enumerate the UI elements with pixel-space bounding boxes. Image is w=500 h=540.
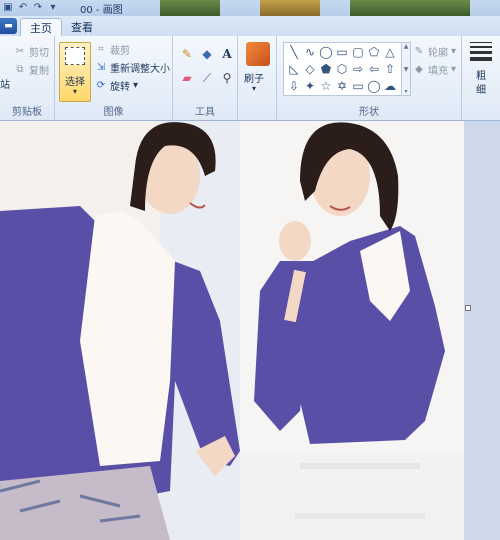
canvas-resize-handle[interactable]	[465, 305, 471, 311]
ribbon-tab-row: ▬ 主页 查看	[0, 16, 500, 37]
outline-icon: ✎	[414, 45, 424, 57]
rotate-icon: ⟳	[96, 79, 106, 91]
dropdown-icon[interactable]: ▾	[47, 1, 59, 13]
scissors-icon: ✂	[15, 45, 25, 57]
quick-access-toolbar: ▣ ↶ ↷ ▾	[2, 1, 59, 13]
ribbon: 站 ✂ 剪切 ⧉ 复制 剪贴板 选择 ▾ ⌗ 裁剪 ⇲ 重新调整大小 ⟳ 旋转 …	[0, 36, 500, 121]
diamond-shape-icon[interactable]: ◇	[302, 60, 318, 77]
rectangle-shape-icon[interactable]: ▭	[334, 43, 350, 60]
chevron-down-icon: ▾	[451, 64, 457, 75]
outline-button[interactable]: ✎ 轮廓 ▾	[413, 44, 457, 60]
save-icon[interactable]: ▣	[2, 1, 14, 13]
clipboard-group-label: 剪贴板	[12, 107, 42, 118]
hexagon-shape-icon[interactable]: ⬡	[334, 60, 350, 77]
callout-rect-shape-icon[interactable]: ▭	[350, 77, 366, 94]
selection-icon	[65, 47, 85, 65]
line-shape-icon[interactable]: ╲	[286, 43, 302, 60]
image-group: 选择 ▾ ⌗ 裁剪 ⇲ 重新调整大小 ⟳ 旋转 ▾ 图像	[55, 36, 173, 120]
tab-home[interactable]: 主页	[20, 18, 62, 37]
drawing-canvas[interactable]	[0, 121, 464, 540]
copy-button[interactable]: ⧉ 复制	[14, 62, 49, 78]
crop-icon: ⌗	[98, 43, 104, 55]
chevron-down-icon: ▾	[451, 46, 457, 57]
background-strip	[350, 0, 470, 16]
file-menu-button[interactable]: ▬	[0, 18, 17, 34]
clipboard-group: 站 ✂ 剪切 ⧉ 复制 剪贴板	[0, 36, 55, 120]
title-bar: ▣ ↶ ↷ ▾ 00 - 画图	[0, 0, 500, 16]
copy-icon: ⧉	[16, 63, 24, 75]
paste-button[interactable]: 站	[0, 76, 10, 91]
cut-button[interactable]: ✂ 剪切	[14, 44, 49, 60]
color-picker-icon[interactable]: ⟋	[199, 70, 215, 86]
select-button[interactable]: 选择 ▾	[59, 42, 91, 102]
triangle-shape-icon[interactable]: △	[382, 43, 398, 60]
shapes-scroll[interactable]: ▲ ▼ ▾	[401, 42, 411, 96]
callout-cloud-shape-icon[interactable]: ☁	[382, 77, 398, 94]
callout-oval-shape-icon[interactable]: ◯	[366, 77, 382, 94]
rotate-button[interactable]: ⟳ 旋转 ▾	[95, 78, 139, 94]
tools-group-label: 工具	[195, 107, 215, 118]
shapes-group-label: 形状	[359, 107, 379, 118]
expand-icon[interactable]: ▾	[404, 88, 407, 95]
eraser-icon[interactable]: ▰	[179, 70, 195, 86]
six-point-star-shape-icon[interactable]: ✡	[334, 77, 350, 94]
chevron-down-icon[interactable]: ▼	[404, 66, 409, 73]
five-point-star-shape-icon[interactable]: ☆	[318, 77, 334, 94]
shapes-group: ╲ ∿ ◯ ▭ ▢ ⬠ △ ◺ ◇ ⬟ ⬡ ⇨ ⇦ ⇧ ⇩ ✦ ☆ ✡ ▭ ◯ …	[277, 36, 462, 120]
right-arrow-shape-icon[interactable]: ⇨	[350, 60, 366, 77]
magnifier-icon[interactable]: ⚲	[219, 70, 235, 86]
left-arrow-shape-icon[interactable]: ⇦	[366, 60, 382, 77]
photo-right	[240, 121, 464, 540]
down-arrow-shape-icon[interactable]: ⇩	[286, 77, 302, 94]
resize-icon: ⇲	[96, 61, 106, 73]
redo-icon[interactable]: ↷	[32, 1, 44, 13]
fill-bucket-icon: ◆	[415, 63, 423, 75]
brush-icon[interactable]	[246, 42, 270, 66]
background-strip	[160, 0, 220, 16]
resize-button[interactable]: ⇲ 重新调整大小	[95, 60, 170, 76]
line-weight-icon	[470, 42, 492, 64]
size-label: 粗细	[476, 71, 486, 96]
curve-shape-icon[interactable]: ∿	[302, 43, 318, 60]
chevron-up-icon[interactable]: ▲	[404, 43, 409, 50]
brush-label: 刷子	[244, 74, 264, 85]
pentagon-shape-icon[interactable]: ⬟	[318, 60, 334, 77]
tools-group: ✎ ◆ A ▰ ⟋ ⚲ 工具	[173, 36, 238, 120]
tab-view[interactable]: 查看	[62, 18, 102, 36]
rounded-rect-shape-icon[interactable]: ▢	[350, 43, 366, 60]
shapes-gallery: ╲ ∿ ◯ ▭ ▢ ⬠ △ ◺ ◇ ⬟ ⬡ ⇨ ⇦ ⇧ ⇩ ✦ ☆ ✡ ▭ ◯ …	[283, 42, 405, 96]
four-point-star-shape-icon[interactable]: ✦	[302, 77, 318, 94]
chevron-down-icon: ▾	[72, 87, 77, 96]
fill-button[interactable]: ◆ 填充 ▾	[413, 62, 457, 78]
fill-icon[interactable]: ◆	[199, 46, 215, 62]
undo-icon[interactable]: ↶	[17, 1, 29, 13]
size-group[interactable]: 粗细	[462, 36, 500, 120]
chevron-down-icon[interactable]: ▾	[252, 84, 256, 93]
brush-group: 刷子 ▾	[238, 36, 277, 120]
right-triangle-shape-icon[interactable]: ◺	[286, 60, 302, 77]
text-icon[interactable]: A	[219, 46, 235, 62]
window-title: 00 - 画图	[80, 5, 123, 16]
chevron-down-icon: ▾	[133, 80, 139, 91]
canvas-workspace	[0, 121, 500, 540]
up-arrow-shape-icon[interactable]: ⇧	[382, 60, 398, 77]
background-strip	[260, 0, 320, 16]
oval-shape-icon[interactable]: ◯	[318, 43, 334, 60]
crop-button[interactable]: ⌗ 裁剪	[95, 42, 130, 58]
photo-left	[0, 121, 240, 540]
image-group-label: 图像	[103, 107, 124, 118]
polygon-shape-icon[interactable]: ⬠	[366, 43, 382, 60]
pencil-icon[interactable]: ✎	[179, 46, 195, 62]
